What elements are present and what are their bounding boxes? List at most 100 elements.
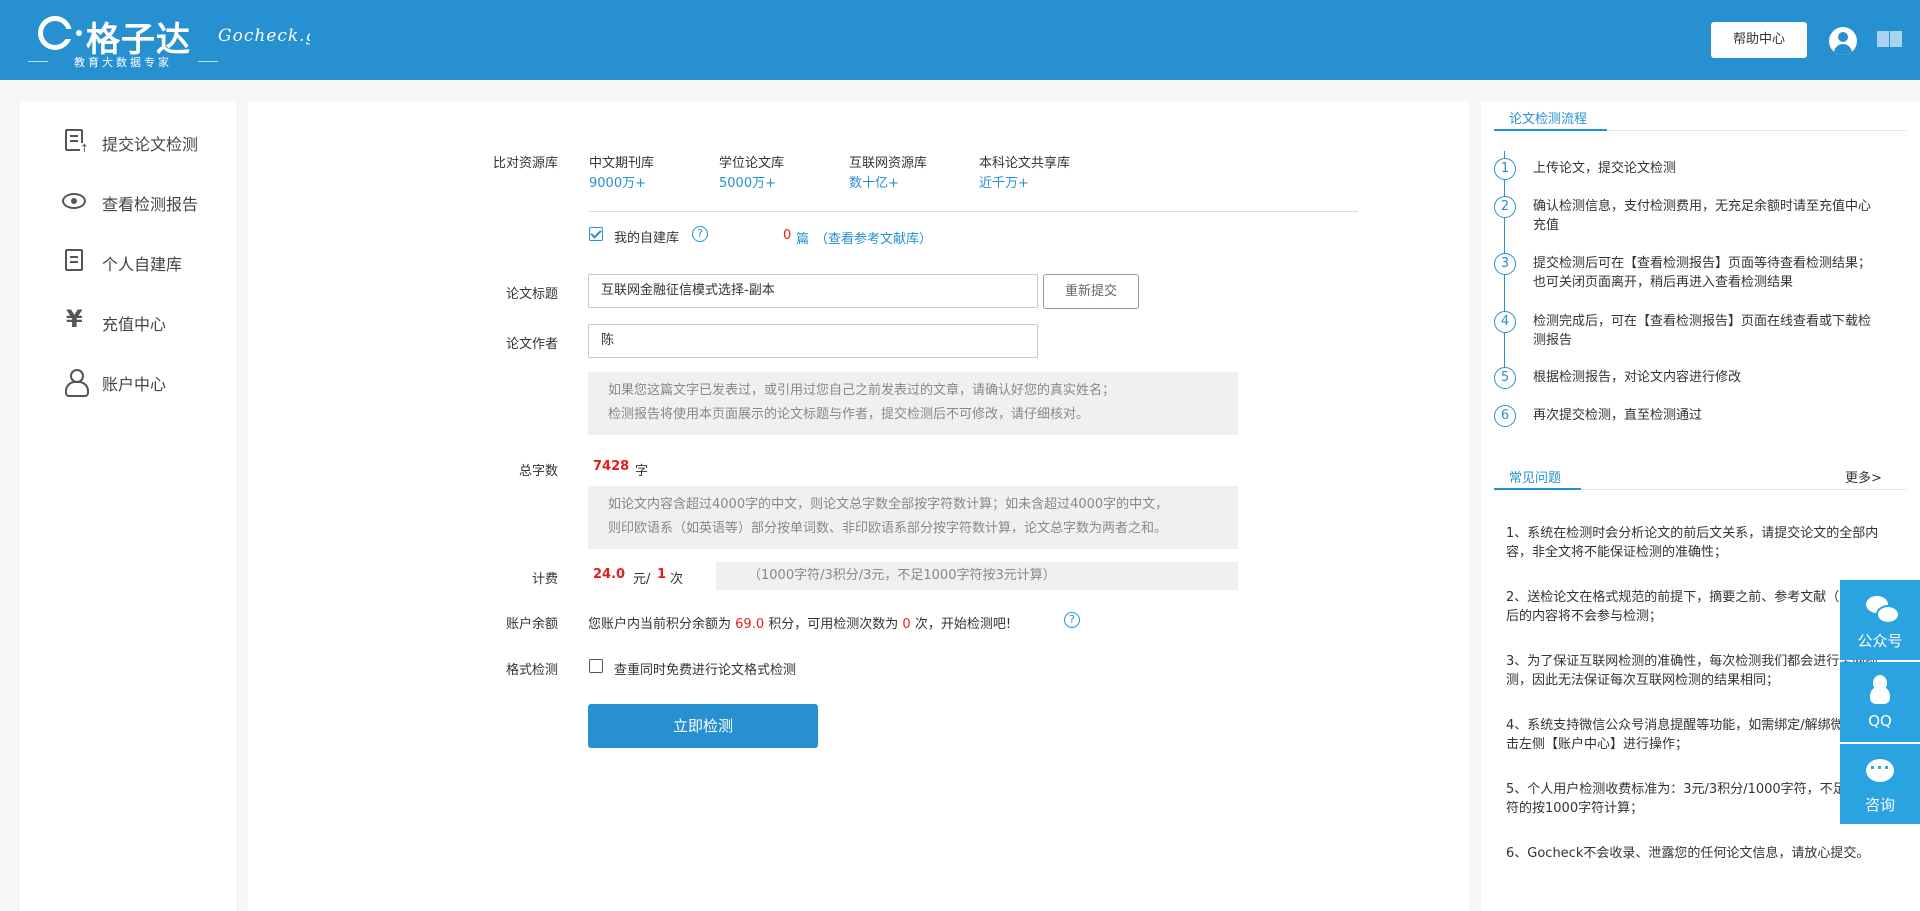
source-name: 本科论文共享库	[979, 156, 1071, 171]
sidebar-item-label: 充值中心	[102, 315, 167, 334]
reference-library-link[interactable]: （查看参考文献库）	[815, 228, 932, 247]
resubmit-button[interactable]: 重新提交	[1043, 274, 1139, 309]
yen-icon: ¥	[66, 305, 83, 333]
step-text: 上传论文，提交论文检测	[1533, 161, 1677, 176]
sidebar-item-account[interactable]: 账户中心	[20, 361, 236, 401]
eye-icon	[62, 193, 86, 209]
balance-label: 账户余额	[505, 617, 558, 632]
balance-mid: 积分，可用检测次数为	[768, 617, 899, 632]
sidebar-item-recharge[interactable]: ¥ 充值中心	[20, 301, 236, 341]
balance-post: 次，开始检测吧!	[914, 617, 1012, 632]
source-value: 近千万+	[979, 176, 1029, 191]
source-value: 5000万+	[719, 176, 776, 191]
divider	[588, 211, 1358, 212]
faq-item: 1、系统在检测时会分析论文的前后文关系，请提交论文的全部内容，非全文将不能保证检…	[1506, 526, 1879, 560]
format-check-checkbox[interactable]	[589, 659, 603, 673]
logo[interactable]: 格子达 教育大数据专家	[28, 12, 218, 70]
sidebar-item-label: 提交论文检测	[102, 135, 199, 154]
balance-pre: 您账户内当前积分余额为	[588, 617, 732, 632]
wordcount-unit: 字	[635, 464, 649, 479]
step-text: 根据检测报告，对论文内容进行修改	[1533, 370, 1742, 385]
chat-icon	[1864, 756, 1896, 788]
help-question-icon[interactable]: ?	[1064, 612, 1080, 628]
author-note-line: 检测报告将使用本页面展示的论文标题与作者，提交检测后不可修改，请仔细核对。	[608, 407, 1090, 422]
list-doc-icon	[65, 249, 83, 271]
qq-float-button[interactable]: QQ	[1840, 662, 1920, 742]
author-label: 论文作者	[505, 337, 558, 352]
consult-label: 咨询	[1864, 796, 1895, 814]
wechat-icon	[1864, 592, 1900, 624]
sources-label: 比对资源库	[492, 156, 558, 171]
balance-points: 69.0	[735, 617, 765, 632]
title-field[interactable]: 互联网金融征信模式选择-副本	[588, 274, 1038, 308]
tab-underline	[1494, 488, 1581, 490]
wordcount-note-line: 如论文内容含超过4000字的中文，则论文总字数全部按字符数计算；如未含超过400…	[608, 497, 1169, 512]
own-library-checkbox[interactable]	[589, 227, 603, 241]
logo-dot	[76, 30, 82, 36]
author-note: 如果您这篇文字已发表过，或引用过您自己之前发表过的文章，请确认好您的真实姓名； …	[588, 372, 1238, 435]
fee-note: （1000字符/3积分/3元，不足1000字符按3元计算）	[716, 562, 1238, 590]
brand-script: Gocheck.g	[218, 26, 310, 46]
source-name: 中文期刊库	[589, 156, 655, 171]
submit-check-button[interactable]: 立即检测	[588, 704, 818, 748]
source-name: 互联网资源库	[849, 156, 928, 171]
own-library-unit: 篇	[796, 232, 810, 247]
tab-underline	[1494, 129, 1607, 131]
step-number: 4	[1494, 311, 1516, 333]
faq-item: 4、系统支持微信公众号消息提醒等功能，如需绑定/解绑微信，请点击左侧【账户中心】…	[1506, 718, 1896, 752]
balance-text: 您账户内当前积分余额为 69.0 积分，可用检测次数为 0 次，开始检测吧!	[588, 613, 1011, 632]
wordcount-value: 7428	[593, 459, 630, 474]
sidebar-item-library[interactable]: 个人自建库	[20, 241, 236, 281]
own-library-count: 0	[783, 228, 792, 243]
sidebar-item-submit[interactable]: 提交论文检测	[20, 121, 236, 161]
qq-label: QQ	[1868, 712, 1892, 730]
faq-item: 5、个人用户检测收费标准为：3元/3积分/1000字符，不足1000字符的按10…	[1506, 782, 1892, 816]
step-number: 5	[1494, 367, 1516, 389]
faq-item: 2、送检论文在格式规范的前提下，摘要之前、参考文献（含）及之后的内容将不会参与检…	[1506, 590, 1892, 624]
faq-item: 6、Gocheck不会收录、泄露您的任何论文信息，请放心提交。	[1506, 846, 1870, 861]
process-tab[interactable]: 论文检测流程	[1509, 108, 1587, 127]
fee-label: 计费	[531, 572, 558, 587]
title-label: 论文标题	[505, 287, 558, 302]
fee-value: 24.0	[593, 567, 626, 582]
step-number: 3	[1494, 253, 1516, 275]
step-text: 提交检测后可在【查看检测报告】页面等待查看检测结果；也可关闭页面离开，稍后再进入…	[1533, 256, 1872, 290]
wordcount-note: 如论文内容含超过4000字的中文，则论文总字数全部按字符数计算；如未含超过400…	[588, 486, 1238, 549]
sidebar: 提交论文检测 查看检测报告 个人自建库 ¥ 充值中心 账户中心	[20, 101, 236, 911]
wechat-float-button[interactable]: 公众号	[1840, 580, 1920, 660]
qq-icon	[1864, 674, 1896, 706]
main-form-panel: 比对资源库 中文期刊库 9000万+ 学位论文库 5000万+ 互联网资源库 数…	[248, 101, 1469, 911]
source-value: 数十亿+	[849, 176, 899, 191]
source-value: 9000万+	[589, 176, 646, 191]
fee-unit: 元/	[633, 572, 651, 587]
consult-float-button[interactable]: 咨询	[1840, 744, 1920, 824]
top-header: 格子达 教育大数据专家 Gocheck.g 帮助中心	[0, 0, 1920, 80]
wechat-label: 公众号	[1857, 632, 1903, 650]
source-name: 学位论文库	[719, 156, 785, 171]
help-center-button[interactable]: 帮助中心	[1711, 22, 1807, 58]
sidebar-item-label: 账户中心	[102, 375, 167, 394]
balance-count: 0	[902, 617, 911, 632]
format-check-label: 查重同时免费进行论文格式检测	[614, 663, 797, 678]
author-note-line: 如果您这篇文字已发表过，或引用过您自己之前发表过的文章，请确认好您的真实姓名；	[608, 383, 1116, 398]
wordcount-note-line: 则印欧语系（如英语等）部分按单词数、非印欧语系部分按字符数计算，论文总字数为两者…	[608, 521, 1168, 536]
step-number: 6	[1494, 405, 1516, 427]
help-question-icon[interactable]: ?	[692, 226, 708, 242]
sidebar-item-label: 个人自建库	[102, 255, 183, 274]
format-label: 格式检测	[505, 663, 558, 678]
wordcount-label: 总字数	[518, 464, 558, 479]
faq-tab[interactable]: 常见问题	[1509, 467, 1561, 486]
fee-times-unit: 次	[670, 572, 684, 587]
logo-mark-icon	[38, 16, 73, 50]
step-text: 再次提交检测，直至检测通过	[1533, 408, 1703, 423]
step-text: 确认检测信息，支付检测费用，无充足余额时请至充值中心充值	[1533, 199, 1872, 233]
step-number: 1	[1494, 158, 1516, 180]
doc-upload-icon	[65, 129, 89, 155]
sidebar-item-label: 查看检测报告	[102, 195, 199, 214]
sidebar-item-reports[interactable]: 查看检测报告	[20, 181, 236, 221]
author-field[interactable]: 陈	[588, 324, 1038, 358]
step-number: 2	[1494, 196, 1516, 218]
more-link[interactable]: 更多>	[1845, 467, 1882, 486]
book-icon[interactable]	[1877, 31, 1903, 49]
user-avatar-icon[interactable]	[1829, 27, 1857, 55]
